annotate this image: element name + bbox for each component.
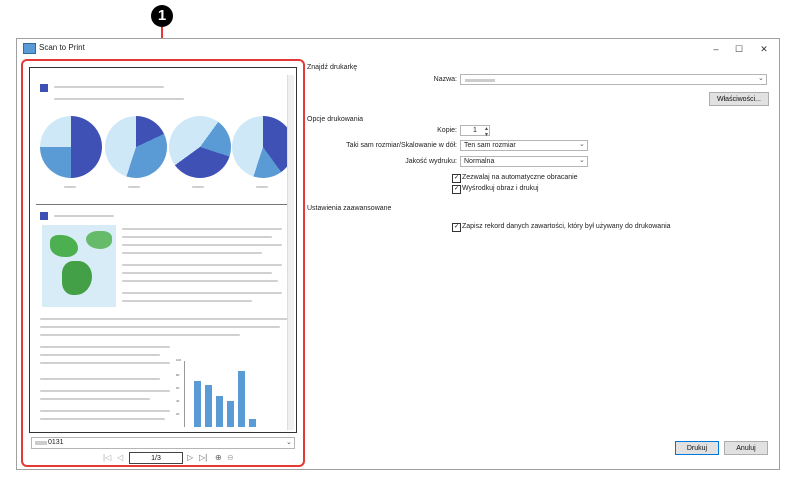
- blurred-text: [40, 390, 170, 392]
- tick-label: 60: [176, 386, 180, 390]
- bar: [238, 371, 245, 427]
- scan-to-print-window: Scan to Print – ☐ ✕ 100 80 60 40 20 0131…: [16, 38, 780, 470]
- previous-page-icon[interactable]: ◁: [117, 453, 123, 462]
- blurred-text: [40, 362, 170, 364]
- blurred-text: [122, 228, 282, 230]
- chevron-down-icon: ⌄: [579, 157, 585, 164]
- maximize-button[interactable]: ☐: [728, 41, 750, 57]
- blurred-text: [122, 292, 282, 294]
- copies-label: Kopie:: [437, 127, 457, 134]
- pie-chart: [105, 116, 167, 178]
- bar: [249, 419, 256, 427]
- blurred-text: [40, 398, 150, 400]
- blurred-text: [54, 86, 164, 88]
- callout-number: 1: [151, 5, 173, 27]
- pie-chart: [40, 116, 102, 178]
- blurred-text: [122, 244, 282, 246]
- first-page-icon[interactable]: |◁: [103, 453, 111, 462]
- section-advanced: Ustawienia zaawansowane: [307, 205, 392, 212]
- blurred-text: [122, 300, 252, 302]
- last-page-icon[interactable]: ▷|: [199, 453, 207, 462]
- blurred-text: [40, 326, 280, 328]
- page-preview: 100 80 60 40 20: [29, 67, 297, 433]
- blurred-text: [40, 418, 165, 420]
- blurred-text: [192, 186, 204, 188]
- blurred-text: [128, 186, 140, 188]
- quality-select[interactable]: Normalna ⌄: [460, 156, 588, 167]
- file-select[interactable]: 0131 ⌄: [31, 437, 295, 449]
- quality-value: Normalna: [464, 158, 495, 165]
- heading-marker: [40, 84, 48, 92]
- world-map-image: [42, 225, 116, 307]
- bar: [227, 401, 234, 427]
- chevron-down-icon: ⌄: [579, 141, 585, 148]
- tick-label: 100: [176, 358, 182, 362]
- pie-chart: [169, 116, 231, 178]
- blurred-text: [40, 334, 240, 336]
- blurred-text: [122, 272, 272, 274]
- auto-rotate-checkbox[interactable]: ✓: [452, 174, 461, 183]
- heading-marker: [40, 212, 48, 220]
- quality-label: Jakość wydruku:: [405, 158, 457, 165]
- bar: [205, 385, 212, 427]
- copies-stepper[interactable]: 1 ▲ ▼: [460, 125, 490, 138]
- window-title: Scan to Print: [39, 43, 85, 52]
- tick-label: 20: [176, 412, 180, 416]
- blurred-text: [122, 236, 272, 238]
- blurred-text: [54, 215, 114, 217]
- page-number-input[interactable]: 1/3: [129, 452, 183, 464]
- bar-chart: 100 80 60 40 20: [176, 358, 286, 427]
- scaling-select[interactable]: Ten sam rozmiar ⌄: [460, 140, 588, 151]
- cancel-button[interactable]: Anuluj: [724, 441, 768, 455]
- chart-axis: [184, 361, 185, 427]
- zoom-out-icon[interactable]: ⊖: [227, 453, 234, 462]
- title-bar: Scan to Print – ☐ ✕: [17, 39, 779, 59]
- center-image-label: Wyśrodkuj obraz i drukuj: [462, 185, 539, 192]
- print-button[interactable]: Drukuj: [675, 441, 719, 455]
- printer-name-label: Nazwa:: [433, 76, 457, 83]
- stepper-down-icon[interactable]: ▼: [484, 130, 489, 140]
- blurred-text: [122, 252, 262, 254]
- blurred-text: [122, 280, 278, 282]
- blurred-text: [64, 186, 76, 188]
- blurred-text: [465, 79, 495, 82]
- center-image-checkbox[interactable]: ✓: [452, 185, 461, 194]
- blurred-text: [40, 354, 160, 356]
- save-record-label: Zapisz rekord danych zawartości, który b…: [462, 223, 671, 230]
- blurred-text: [40, 318, 288, 320]
- chevron-down-icon: ⌄: [286, 439, 292, 446]
- divider: [36, 204, 290, 205]
- section-print-options: Opcje drukowania: [307, 116, 364, 123]
- auto-rotate-label: Zezwalaj na automatyczne obracanie: [462, 174, 578, 181]
- blurred-text: [40, 410, 170, 412]
- save-record-checkbox[interactable]: ✓: [452, 223, 461, 232]
- printer-name-select[interactable]: ⌄: [460, 74, 767, 85]
- chevron-down-icon: ⌄: [758, 75, 764, 82]
- close-button[interactable]: ✕: [753, 41, 775, 57]
- tick-label: 40: [176, 399, 180, 403]
- file-name: 0131: [48, 439, 64, 446]
- preview-scrollbar[interactable]: [287, 75, 294, 430]
- scaling-label: Taki sam rozmiar/Skalowanie w dół:: [346, 142, 457, 149]
- next-page-icon[interactable]: ▷: [187, 453, 193, 462]
- blurred-text: [35, 441, 47, 445]
- bar: [194, 381, 201, 427]
- app-icon: [23, 43, 36, 54]
- properties-button[interactable]: Właściwości...: [709, 92, 769, 106]
- blurred-text: [54, 98, 184, 100]
- copies-value: 1: [473, 127, 477, 134]
- section-find-printer: Znajdź drukarkę: [307, 64, 358, 71]
- blurred-text: [40, 346, 170, 348]
- minimize-button[interactable]: –: [705, 41, 727, 57]
- pie-chart: [232, 116, 294, 178]
- blurred-text: [256, 186, 268, 188]
- zoom-in-icon[interactable]: ⊕: [215, 453, 222, 462]
- bar: [216, 396, 223, 427]
- tick-label: 80: [176, 373, 180, 377]
- blurred-text: [40, 378, 160, 380]
- blurred-text: [122, 264, 282, 266]
- scaling-value: Ten sam rozmiar: [464, 142, 516, 149]
